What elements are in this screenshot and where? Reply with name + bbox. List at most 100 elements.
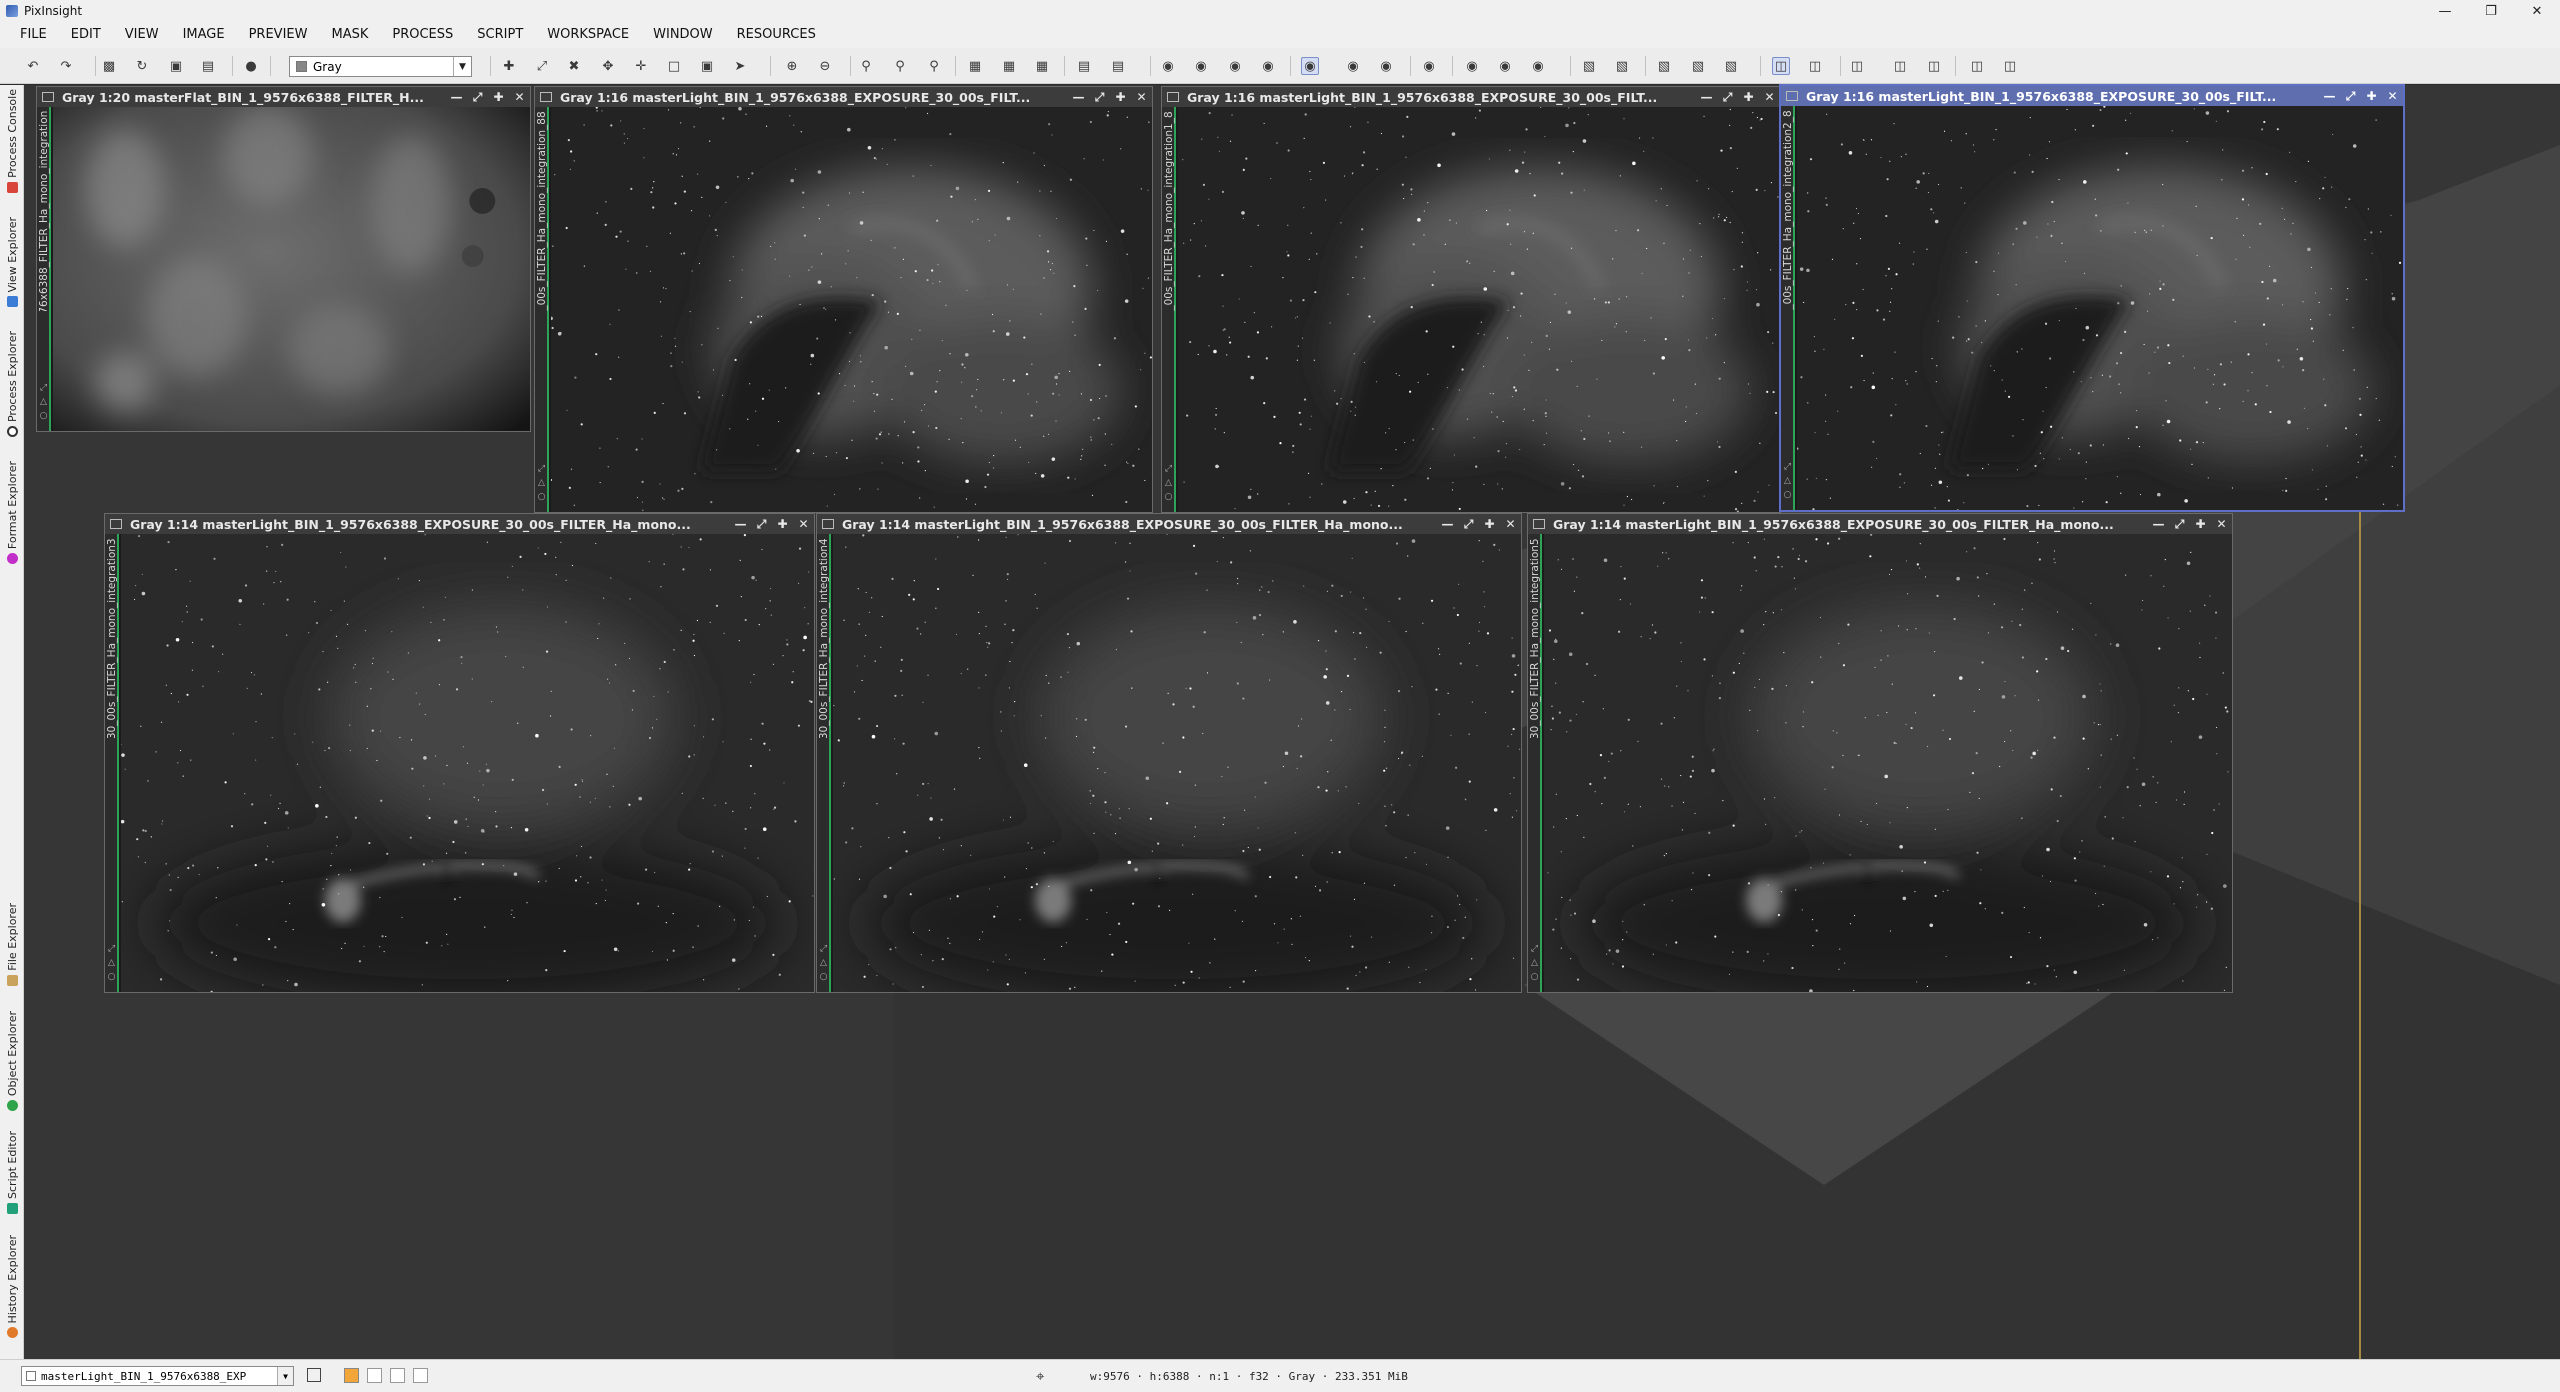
menu-image[interactable]: IMAGE	[171, 22, 237, 48]
image-window-4[interactable]: Gray 1:16 masterLight_BIN_1_9576x6388_EX…	[1779, 84, 2405, 512]
view-id-strip[interactable]: 88_EXPOSURE_30_00s_FILTER_Ha_mono_integr…	[535, 107, 549, 512]
view-id-strip[interactable]: 8_EXPOSURE_30_00s_FILTER_Ha_mono_integra…	[1781, 106, 1795, 510]
chevron-down-icon[interactable]: ▼	[453, 57, 471, 76]
sidebar-tab-process-console[interactable]: Process Console	[0, 89, 24, 193]
mask-11-icon[interactable]: ◉	[1529, 57, 1547, 75]
mask-10-icon[interactable]: ◉	[1496, 57, 1514, 75]
menu-edit[interactable]: EDIT	[59, 22, 113, 48]
image-window-5[interactable]: Gray 1:14 masterLight_BIN_1_9576x6388_EX…	[104, 513, 815, 993]
strip-tool-icon[interactable]: ○	[38, 411, 49, 421]
image-window-1[interactable]: Gray 1:20 masterFlat_BIN_1_9576x6388_FIL…	[36, 86, 531, 432]
layout-2-icon[interactable]: ▤	[1109, 57, 1127, 75]
screen-icon[interactable]: ◫	[1772, 57, 1790, 75]
strip-tool-icon[interactable]: ⤢	[106, 944, 117, 954]
strip-tool-icon[interactable]: ○	[106, 972, 117, 982]
move-icon[interactable]: ✛	[632, 57, 650, 75]
layout-1-icon[interactable]: ▤	[1075, 57, 1093, 75]
panel-3-icon[interactable]: ▧	[1655, 57, 1673, 75]
stf-3-icon[interactable]: ▦	[1033, 57, 1051, 75]
zoom-3-icon[interactable]: ⚲	[925, 57, 943, 75]
screen-7-icon[interactable]: ◫	[2001, 57, 2019, 75]
close-icon[interactable]: ✕	[1500, 517, 1521, 532]
sidebar-tab-object-explorer[interactable]: Object Explorer	[0, 1011, 24, 1112]
image-window-titlebar[interactable]: Gray 1:16 masterLight_BIN_1_9576x6388_EX…	[1162, 87, 1780, 107]
new-image-icon[interactable]: ▩	[100, 57, 118, 75]
workspace-1-button[interactable]	[344, 1368, 359, 1383]
maximize-icon[interactable]: ✚	[488, 90, 509, 105]
strip-tool-icon[interactable]: ⤢	[1529, 944, 1540, 954]
iconize-icon[interactable]: ⤢	[467, 90, 488, 105]
strip-tool-icon[interactable]: ⤢	[1163, 464, 1174, 474]
menu-workspace[interactable]: WORKSPACE	[535, 22, 641, 48]
image-window-titlebar[interactable]: Gray 1:16 masterLight_BIN_1_9576x6388_EX…	[1781, 86, 2403, 106]
iconize-icon[interactable]: ⤢	[2169, 517, 2190, 532]
panel-2-icon[interactable]: ▧	[1613, 57, 1631, 75]
strip-tool-icon[interactable]: △	[38, 397, 49, 407]
color-space-select[interactable]: Gray ▼	[289, 56, 472, 77]
preview-icon[interactable]: ▣	[698, 57, 716, 75]
close-icon[interactable]: ✕	[2382, 89, 2403, 104]
strip-tool-icon[interactable]: △	[536, 478, 547, 488]
image-window-3[interactable]: Gray 1:16 masterLight_BIN_1_9576x6388_EX…	[1161, 86, 1781, 513]
maximize-icon[interactable]: ✚	[1479, 517, 1500, 532]
shade-icon[interactable]: —	[1437, 517, 1458, 532]
workspace-3-button[interactable]	[390, 1368, 405, 1383]
new-preview-icon[interactable]: □	[665, 57, 683, 75]
mask-3-icon[interactable]: ◉	[1226, 57, 1244, 75]
shade-icon[interactable]: —	[1696, 90, 1717, 105]
sidebar-tab-script-editor[interactable]: Script Editor	[0, 1131, 24, 1214]
shade-icon[interactable]: —	[1068, 90, 1089, 105]
close-icon[interactable]: ✕	[793, 517, 814, 532]
maximize-icon[interactable]: ✚	[1738, 90, 1759, 105]
view-id-strip[interactable]: 8_EXPOSURE_30_00s_FILTER_Ha_mono_integra…	[1162, 107, 1176, 512]
sidebar-tab-history-explorer[interactable]: History Explorer	[0, 1235, 24, 1339]
redo-icon[interactable]: ↷	[57, 57, 75, 75]
image-canvas[interactable]	[1178, 107, 1780, 512]
view-selector[interactable]: masterLight_BIN_1_9576x6388_EXP ▼	[21, 1366, 294, 1386]
menu-process[interactable]: PROCESS	[380, 22, 465, 48]
pan-icon[interactable]: ✚	[500, 57, 518, 75]
strip-tool-icon[interactable]: ○	[1782, 490, 1793, 500]
screen-2-icon[interactable]: ◫	[1806, 57, 1824, 75]
iconize-icon[interactable]: ⤢	[2340, 89, 2361, 104]
close-icon[interactable]: ✕	[509, 90, 530, 105]
select-icon[interactable]: ➤	[731, 57, 749, 75]
zoom-center-icon[interactable]: ✥	[599, 57, 617, 75]
mask-1-icon[interactable]: ◉	[1159, 57, 1177, 75]
view-id-strip[interactable]: 9576x6388_FILTER_Ha_mono_integration ⤢ △…	[37, 107, 51, 431]
iconize-icon[interactable]: ⤢	[1089, 90, 1110, 105]
strip-tool-icon[interactable]: △	[818, 958, 829, 968]
menu-view[interactable]: VIEW	[113, 22, 171, 48]
image-window-titlebar[interactable]: Gray 1:20 masterFlat_BIN_1_9576x6388_FIL…	[37, 87, 530, 107]
screen-3-icon[interactable]: ◫	[1848, 57, 1866, 75]
mask-4-icon[interactable]: ◉	[1259, 57, 1277, 75]
image-window-7[interactable]: Gray 1:14 masterLight_BIN_1_9576x6388_EX…	[1527, 513, 2233, 993]
shade-icon[interactable]: —	[730, 517, 751, 532]
panel-5-icon[interactable]: ▧	[1722, 57, 1740, 75]
reload-icon[interactable]: ↻	[133, 57, 151, 75]
zoom-out-icon[interactable]: ⊖	[816, 57, 834, 75]
sidebar-tab-file-explorer[interactable]: File Explorer	[0, 903, 24, 986]
undo-icon[interactable]: ↶	[24, 57, 42, 75]
shade-icon[interactable]: —	[2319, 89, 2340, 104]
mask-7-icon[interactable]: ◉	[1377, 57, 1395, 75]
screen-6-icon[interactable]: ◫	[1968, 57, 1986, 75]
open-icon[interactable]: ▣	[167, 57, 185, 75]
close-icon[interactable]: ✕	[2211, 517, 2232, 532]
maximize-icon[interactable]: ✚	[772, 517, 793, 532]
strip-tool-icon[interactable]: ⤢	[1782, 462, 1793, 472]
stf-2-icon[interactable]: ▦	[1000, 57, 1018, 75]
strip-tool-icon[interactable]: △	[1163, 478, 1174, 488]
iconize-icon[interactable]: ⤢	[751, 517, 772, 532]
view-id-strip[interactable]: 9576x6388_EXPOSURE_30_00s_FILTER_Ha_mono…	[105, 534, 119, 992]
menu-mask[interactable]: MASK	[319, 22, 380, 48]
strip-tool-icon[interactable]: △	[106, 958, 117, 968]
close-icon[interactable]: ✕	[1131, 90, 1152, 105]
save-icon[interactable]: ▤	[199, 57, 217, 75]
stf-1-icon[interactable]: ▦	[966, 57, 984, 75]
restore-window-button[interactable]: ❐	[2468, 0, 2514, 22]
image-window-2[interactable]: Gray 1:16 masterLight_BIN_1_9576x6388_EX…	[534, 86, 1153, 513]
image-canvas[interactable]	[1797, 106, 2403, 510]
strip-tool-icon[interactable]: ○	[536, 492, 547, 502]
image-canvas[interactable]	[121, 534, 814, 992]
